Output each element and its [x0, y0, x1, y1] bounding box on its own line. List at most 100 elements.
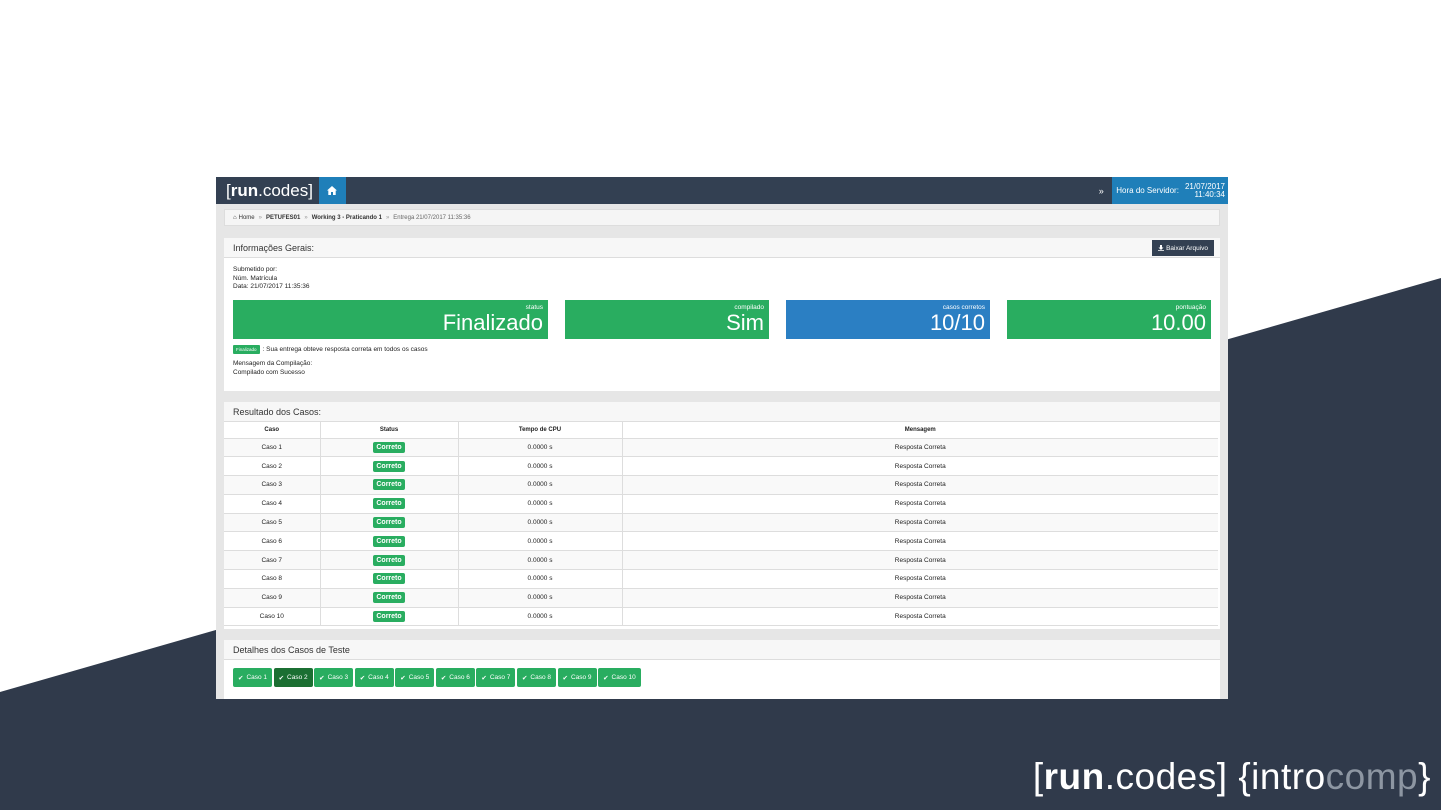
case-name: Caso 3 [224, 475, 321, 495]
compile-message: Mensagem da Compilação: Compilado com Su… [233, 360, 313, 376]
case-status: Correto [320, 550, 459, 571]
breadcrumb-course[interactable]: PETUFES01 [266, 215, 300, 221]
general-info-panel: Informações Gerais: Baixar Arquivo Subme… [224, 238, 1220, 391]
check-icon: ✔ [238, 674, 244, 682]
case-message: Resposta Correta [622, 475, 1218, 495]
download-file-button[interactable]: Baixar Arquivo [1152, 240, 1214, 256]
status-badge: Correto [373, 460, 405, 472]
submission-date: Data: 21/07/2017 11:35:36 [233, 283, 310, 290]
case-button-8[interactable]: ✔ Caso 8 [516, 668, 556, 687]
case-status: Correto [320, 569, 459, 589]
case-status: Correto [320, 494, 459, 514]
table-row: Caso 1 Correto 0.0000 s Resposta Correta [224, 438, 1218, 458]
col-message: Mensagem [622, 422, 1218, 439]
case-name: Caso 6 [224, 531, 321, 552]
case-cpu-time: 0.0000 s [458, 475, 623, 495]
breadcrumb-exercise[interactable]: Working 3 - Praticando 1 [312, 215, 382, 221]
case-name: Caso 1 [224, 438, 321, 458]
case-button-10[interactable]: ✔ Caso 10 [598, 668, 641, 687]
case-results-title: Resultado dos Casos: [224, 402, 1220, 422]
status-badge: Correto [373, 517, 405, 529]
case-name: Caso 2 [224, 456, 321, 477]
status-badge: Correto [373, 611, 405, 623]
stat-compiled: compilado Sim [565, 300, 769, 339]
general-info-title: Informações Gerais: [224, 238, 1220, 258]
case-message: Resposta Correta [622, 550, 1218, 571]
home-button[interactable] [318, 177, 346, 204]
case-message: Resposta Correta [622, 456, 1218, 477]
results-table: Caso Status Tempo de CPU Mensagem Caso 1… [224, 422, 1218, 627]
check-icon: ✔ [562, 674, 568, 682]
test-details-panel: Detalhes dos Casos de Teste ✔ Caso 1 ✔ Caso… [224, 640, 1220, 699]
case-message: Resposta Correta [622, 494, 1218, 514]
status-badge: Correto [373, 554, 405, 566]
breadcrumb-current: Entrega 21/07/2017 11:35:36 [393, 214, 471, 221]
case-cpu-time: 0.0000 s [458, 494, 623, 514]
case-cpu-time: 0.0000 s [458, 456, 623, 477]
check-icon: ✔ [278, 674, 285, 682]
check-icon: ✔ [400, 674, 406, 682]
submitted-by: Submetido por: [233, 266, 278, 273]
stat-correct-cases: casos corretos 10/10 [786, 300, 990, 339]
case-cpu-time: 0.0000 s [458, 607, 623, 627]
check-icon: ✔ [440, 674, 447, 682]
table-row: Caso 7 Correto 0.0000 s Resposta Correta [224, 550, 1218, 571]
case-name: Caso 8 [224, 569, 321, 589]
case-status: Correto [320, 513, 459, 533]
stat-status: status Finalizado [233, 300, 548, 339]
table-row: Caso 10 Correto 0.0000 s Resposta Correta [224, 607, 1218, 627]
case-cpu-time: 0.0000 s [458, 569, 623, 589]
case-name: Caso 7 [224, 550, 321, 571]
table-row: Caso 6 Correto 0.0000 s Resposta Correta [224, 531, 1218, 552]
server-clock-time: 11:40:34 [1194, 189, 1225, 199]
case-cpu-time: 0.0000 s [458, 531, 623, 552]
footer-logo: [run.codes] {introcomp} [1032, 756, 1431, 797]
case-status: Correto [320, 475, 459, 495]
stats-row: status Finalizado compilado Sim casos co… [233, 300, 1213, 339]
case-button-1[interactable]: ✔ Caso 1 [233, 668, 273, 687]
home-icon: ⌂ [233, 214, 237, 221]
status-badge: Correto [373, 535, 405, 547]
case-button-2[interactable]: ✔ Caso 2 [273, 668, 313, 687]
case-button-6[interactable]: ✔ Caso 6 [435, 668, 475, 687]
home-icon [327, 186, 338, 195]
case-name: Caso 4 [224, 494, 321, 514]
result-note: Finalizado : Sua entrega obteve resposta… [233, 345, 428, 354]
check-icon: ✔ [359, 674, 366, 682]
status-badge: Correto [373, 498, 405, 510]
check-icon: ✔ [603, 674, 609, 682]
menu-toggle-chevron-icon[interactable]: » [1090, 186, 1112, 196]
col-case: Caso [224, 422, 321, 439]
table-row: Caso 8 Correto 0.0000 s Resposta Correta [224, 569, 1218, 589]
case-status: Correto [320, 438, 459, 458]
status-badge: Correto [373, 573, 405, 585]
submission-meta: Submetido por: Núm. Matrícula Data: 21/0… [224, 258, 1220, 292]
case-results-panel: Resultado dos Casos: Caso Status Tempo d… [224, 402, 1220, 629]
col-status: Status [320, 422, 459, 439]
stat-score: pontuação 10.00 [1007, 300, 1211, 339]
case-button-4[interactable]: ✔ Caso 4 [354, 668, 394, 687]
case-button-7[interactable]: ✔ Caso 7 [476, 668, 516, 687]
case-cpu-time: 0.0000 s [458, 588, 623, 608]
case-button-5[interactable]: ✔ Caso 5 [395, 668, 435, 687]
case-message: Resposta Correta [622, 438, 1218, 458]
status-badge: Correto [373, 592, 405, 604]
case-cpu-time: 0.0000 s [458, 513, 623, 533]
server-time-label: Hora do Servidor: [1116, 186, 1179, 195]
case-status: Correto [320, 531, 459, 552]
case-message: Resposta Correta [622, 513, 1218, 533]
server-time: Hora do Servidor: 21/07/2017 11:40:34 [1112, 177, 1228, 204]
enrollment-number: Núm. Matrícula [233, 274, 278, 282]
case-button-9[interactable]: ✔ Caso 9 [557, 668, 597, 687]
status-badge: Correto [373, 479, 405, 491]
table-row: Caso 2 Correto 0.0000 s Resposta Correta [224, 456, 1218, 477]
case-buttons: ✔ Caso 1 ✔ Caso 2 ✔ Caso 3 ✔ Caso 4 ✔ Caso 5 ✔ Caso… [224, 660, 1220, 687]
case-message: Resposta Correta [622, 588, 1218, 608]
brand-logo[interactable]: [run.codes] [216, 177, 319, 204]
test-details-title: Detalhes dos Casos de Teste [224, 640, 1220, 660]
case-name: Caso 9 [224, 588, 321, 608]
case-button-3[interactable]: ✔ Caso 3 [314, 668, 354, 687]
breadcrumb-home[interactable]: Home [239, 215, 255, 221]
case-name: Caso 5 [224, 513, 321, 533]
breadcrumb: ⌂ Home » PETUFES01 » Working 3 - Pratica… [224, 209, 1220, 226]
